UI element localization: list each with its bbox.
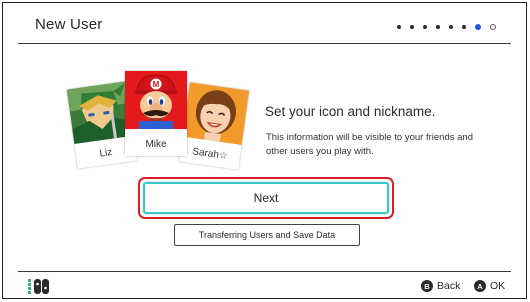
mario-icon: M	[125, 71, 187, 129]
icon-name-mike: Mike	[145, 139, 167, 150]
progress-dot-current	[475, 24, 481, 30]
footer-ok[interactable]: A OK	[474, 280, 505, 292]
a-button-icon: A	[474, 280, 486, 292]
icon-card-mike: M Mike	[125, 71, 187, 156]
mii-icon	[182, 82, 250, 146]
svg-text:M: M	[153, 80, 160, 89]
back-label: Back	[437, 280, 461, 292]
progress-dot-upcoming	[490, 24, 496, 30]
footer-divider	[18, 271, 511, 272]
progress-dot	[410, 25, 414, 29]
progress-dot	[436, 25, 440, 29]
joycon-controller-icon	[28, 279, 50, 294]
icon-card-sarah: Sarah☆	[178, 82, 250, 170]
section-description: This information will be visible to your…	[266, 132, 473, 157]
ok-label: OK	[490, 280, 506, 292]
footer-back[interactable]: B Back	[421, 280, 460, 292]
screen-frame: New User Liz Sarah☆ M Mike Set your icon…	[2, 2, 527, 299]
icon-name-sarah: Sarah☆	[191, 146, 229, 163]
next-button[interactable]: Next	[143, 182, 389, 214]
b-button-icon: B	[421, 280, 433, 292]
transfer-users-button[interactable]: Transferring Users and Save Data	[174, 224, 360, 246]
progress-dot	[462, 25, 466, 29]
progress-dot	[397, 25, 401, 29]
link-icon	[66, 81, 134, 145]
section-headline: Set your icon and nickname.	[265, 104, 436, 119]
header-divider	[18, 43, 511, 44]
progress-dot	[449, 25, 453, 29]
progress-dot	[423, 25, 427, 29]
progress-dots	[388, 24, 496, 30]
page-title: New User	[35, 16, 103, 33]
